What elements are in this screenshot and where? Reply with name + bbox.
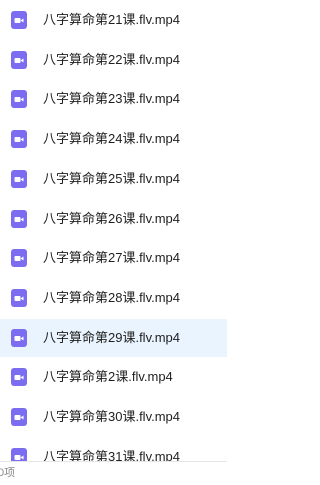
file-name: 八字算命第21课.flv.mp4 xyxy=(43,12,181,27)
file-name: 八字算命第2课.flv.mp4 xyxy=(43,369,173,385)
file-name: 八字算命第29课.flv.mp4 xyxy=(43,329,181,345)
video-file-icon xyxy=(11,408,27,426)
file-name: 八字算命第28课.flv.mp4 xyxy=(43,289,181,305)
video-file-icon xyxy=(11,90,27,109)
file-name: 八字算命第25课.flv.mp4 xyxy=(43,170,181,186)
file-row[interactable]: 八字算命第22课.flv.mp4 xyxy=(0,41,227,79)
file-name: 八字算命第30课.flv.mp4 xyxy=(43,409,181,424)
file-row[interactable]: 八字算命第23课.flv.mp4 xyxy=(0,80,227,118)
file-name: 八字算命第24课.flv.mp4 xyxy=(43,131,181,147)
item-count-label: 0项 xyxy=(0,467,16,479)
file-row[interactable]: 八字算命第25课.flv.mp4 xyxy=(0,160,227,198)
file-name: 八字算命第31课.flv.mp4 xyxy=(43,448,181,461)
file-row[interactable]: 八字算命第29课.flv.mp4 xyxy=(0,318,227,357)
file-name: 八字算命第26课.flv.mp4 xyxy=(43,210,181,226)
video-file-icon xyxy=(11,130,27,149)
file-list[interactable]: 八字算命第21课.flv.mp4 八字算命第22课.flv.mp4 八字算命第23课… xyxy=(0,0,227,461)
file-name: 八字算命第27课.flv.mp4 xyxy=(43,250,181,266)
video-file-icon xyxy=(11,249,27,268)
status-bar: 0项 xyxy=(0,461,227,485)
video-file-icon xyxy=(11,169,27,188)
file-row[interactable]: 八字算命第30课.flv.mp4 xyxy=(0,398,227,436)
video-file-icon xyxy=(11,328,27,347)
file-row[interactable]: 八字算命第27课.flv.mp4 xyxy=(0,239,227,277)
video-file-icon xyxy=(11,209,27,228)
video-file-icon xyxy=(11,11,27,29)
video-file-icon xyxy=(11,447,27,461)
file-row[interactable]: 八字算命第26课.flv.mp4 xyxy=(0,200,227,238)
file-name: 八字算命第23课.flv.mp4 xyxy=(43,91,181,107)
file-row[interactable]: 八字算命第28课.flv.mp4 xyxy=(0,279,227,317)
file-row[interactable]: 八字算命第31课.flv.mp4 xyxy=(0,438,227,461)
file-row[interactable]: 八字算命第21课.flv.mp4 xyxy=(0,1,227,39)
video-file-icon xyxy=(11,368,27,387)
file-row[interactable]: 八字算命第24课.flv.mp4 xyxy=(0,120,227,158)
video-file-icon xyxy=(11,288,27,307)
video-file-icon xyxy=(11,50,27,69)
file-row[interactable]: 八字算命第2课.flv.mp4 xyxy=(0,358,227,396)
file-name: 八字算命第22课.flv.mp4 xyxy=(43,51,181,67)
